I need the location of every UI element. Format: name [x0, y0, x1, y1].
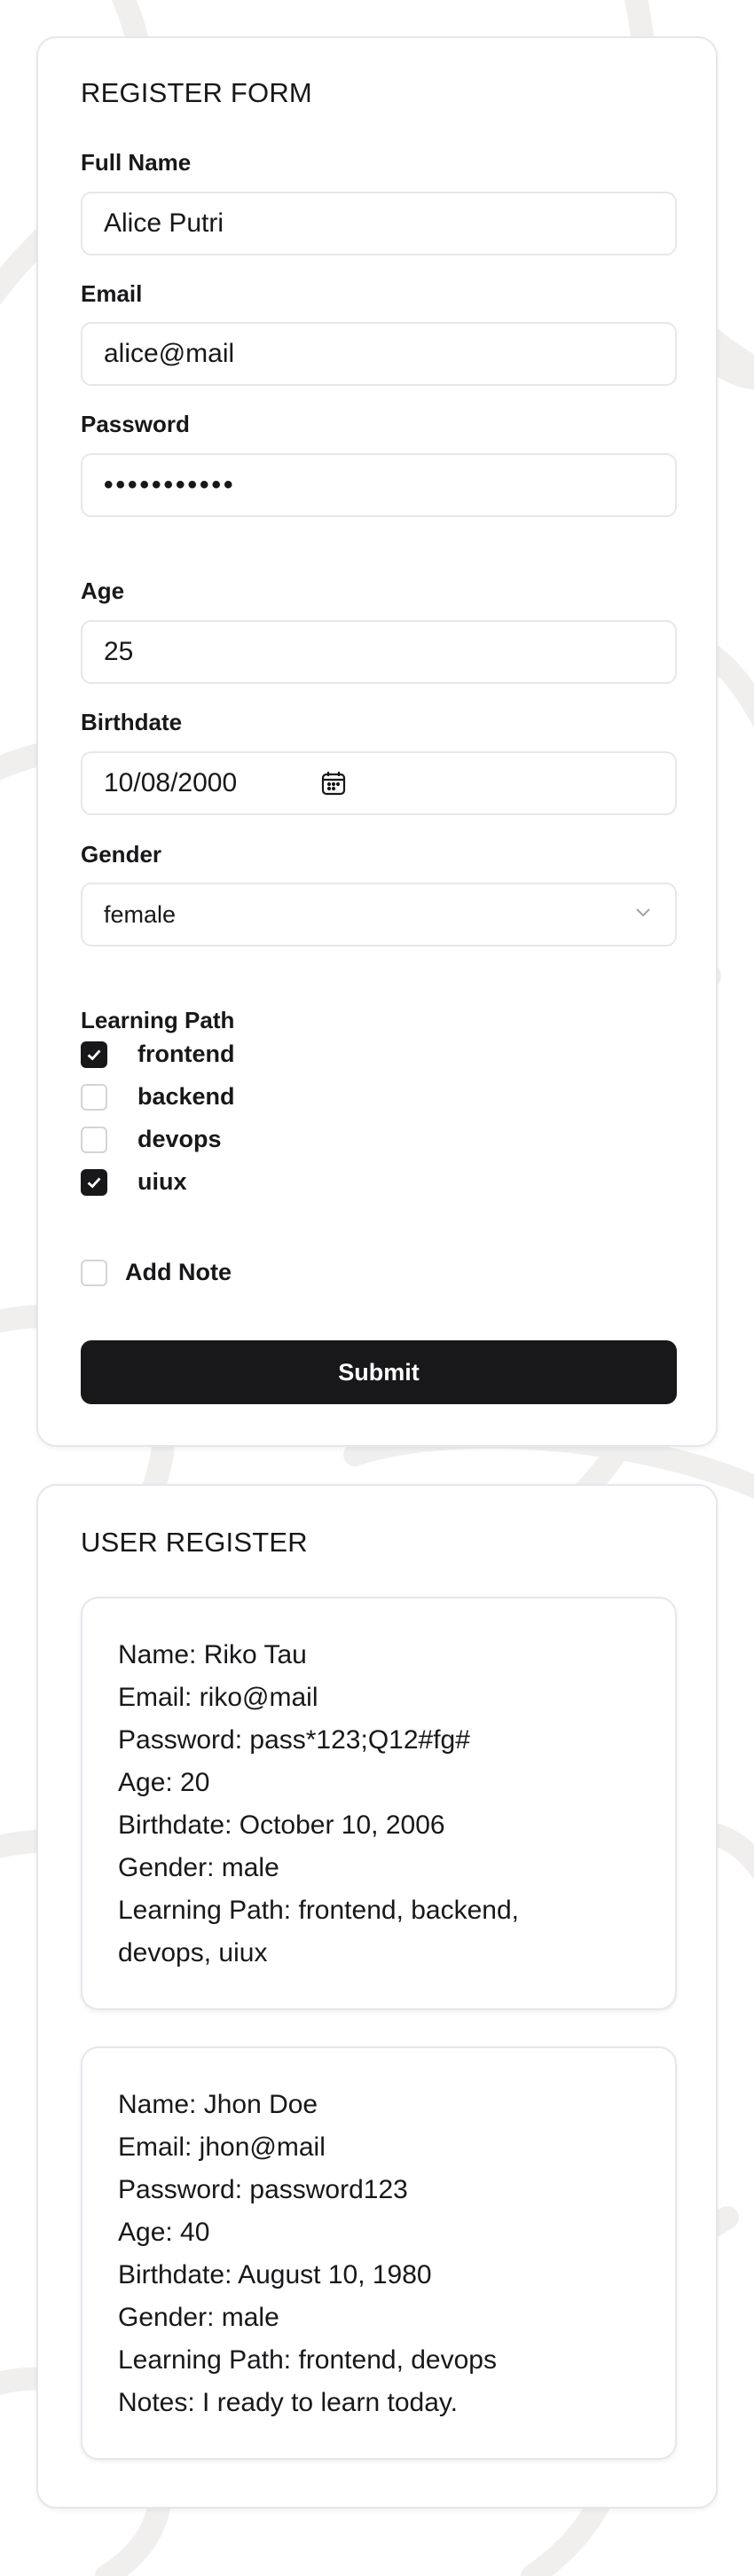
calendar-icon[interactable] — [319, 769, 348, 797]
user-register-card: USER REGISTER Name: Riko Tau Email: riko… — [36, 1484, 718, 2509]
chevron-down-icon — [632, 901, 654, 929]
learning-path-option-frontend[interactable]: frontend — [81, 1041, 234, 1068]
birthdate-value: 10/08/2000 — [104, 768, 238, 797]
uiux-label: uiux — [137, 1168, 187, 1195]
learning-path-option-devops[interactable]: devops — [81, 1126, 222, 1153]
full-name-label: Full Name — [81, 149, 192, 176]
password-label: Password — [81, 411, 190, 437]
birthdate-input[interactable]: 10/08/2000 — [81, 751, 677, 815]
user-age: Age: 40 — [118, 2218, 210, 2247]
backend-label: backend — [137, 1083, 235, 1110]
user-birthdate: Birthdate: October 10, 2006 — [118, 1810, 445, 1840]
check-icon — [87, 1048, 101, 1061]
user-email: Email: jhon@mail — [118, 2132, 326, 2162]
email-label: Email — [81, 280, 143, 307]
password-masked-value: ••••••••••• — [104, 470, 236, 499]
user-password: Password: password123 — [118, 2175, 408, 2204]
add-note-label: Add Note — [125, 1259, 232, 1285]
birthdate-label: Birthdate — [81, 709, 183, 735]
full-name-input[interactable]: Alice Putri — [81, 192, 677, 255]
uiux-checkbox[interactable] — [81, 1168, 107, 1196]
age-input[interactable]: 25 — [81, 620, 677, 684]
frontend-checkbox[interactable] — [81, 1041, 107, 1068]
gender-selected-value: female — [104, 900, 177, 928]
email-input[interactable]: alice@mail — [81, 322, 677, 386]
user-email: Email: riko@mail — [118, 1683, 318, 1712]
add-note-checkbox[interactable] — [81, 1259, 107, 1286]
learning-path-option-backend[interactable]: backend — [81, 1083, 235, 1111]
user-learning-path: Learning Path: frontend, backend, devops… — [118, 1896, 519, 1967]
user-register-title: USER REGISTER — [81, 1527, 308, 1558]
full-name-value: Alice Putri — [104, 208, 224, 238]
age-label: Age — [81, 577, 125, 604]
user-name: Name: Riko Tau — [118, 1640, 307, 1669]
user-password: Password: pass*123;Q12#fg# — [118, 1725, 470, 1755]
email-value: alice@mail — [104, 339, 235, 368]
age-value: 25 — [104, 637, 134, 666]
devops-label: devops — [137, 1126, 222, 1152]
user-gender: Gender: male — [118, 2303, 279, 2332]
learning-path-label: Learning Path — [81, 1007, 235, 1033]
user-name: Name: Jhon Doe — [118, 2090, 318, 2119]
backend-checkbox[interactable] — [81, 1083, 107, 1111]
register-form-card: REGISTER FORM Full Name Alice Putri Emai… — [36, 36, 718, 1447]
user-card: Name: Riko Tau Email: riko@mail Password… — [81, 1597, 677, 2010]
frontend-label: frontend — [137, 1041, 235, 1067]
user-age: Age: 20 — [118, 1768, 210, 1797]
devops-checkbox[interactable] — [81, 1126, 107, 1153]
user-card: Name: Jhon Doe Email: jhon@mail Password… — [81, 2046, 677, 2460]
gender-select[interactable]: female — [81, 883, 677, 946]
learning-path-option-uiux[interactable]: uiux — [81, 1168, 187, 1196]
user-notes: Notes: I ready to learn today. — [118, 2388, 458, 2417]
user-learning-path: Learning Path: frontend, devops — [118, 2345, 497, 2375]
check-icon — [87, 1176, 101, 1189]
gender-label: Gender — [81, 841, 162, 868]
user-gender: Gender: male — [118, 1853, 279, 1882]
add-note-toggle[interactable]: Add Note — [81, 1259, 232, 1286]
submit-button[interactable]: Submit — [81, 1340, 677, 1404]
form-title: REGISTER FORM — [81, 77, 312, 108]
password-input[interactable]: ••••••••••• — [81, 453, 677, 517]
user-birthdate: Birthdate: August 10, 1980 — [118, 2260, 432, 2289]
